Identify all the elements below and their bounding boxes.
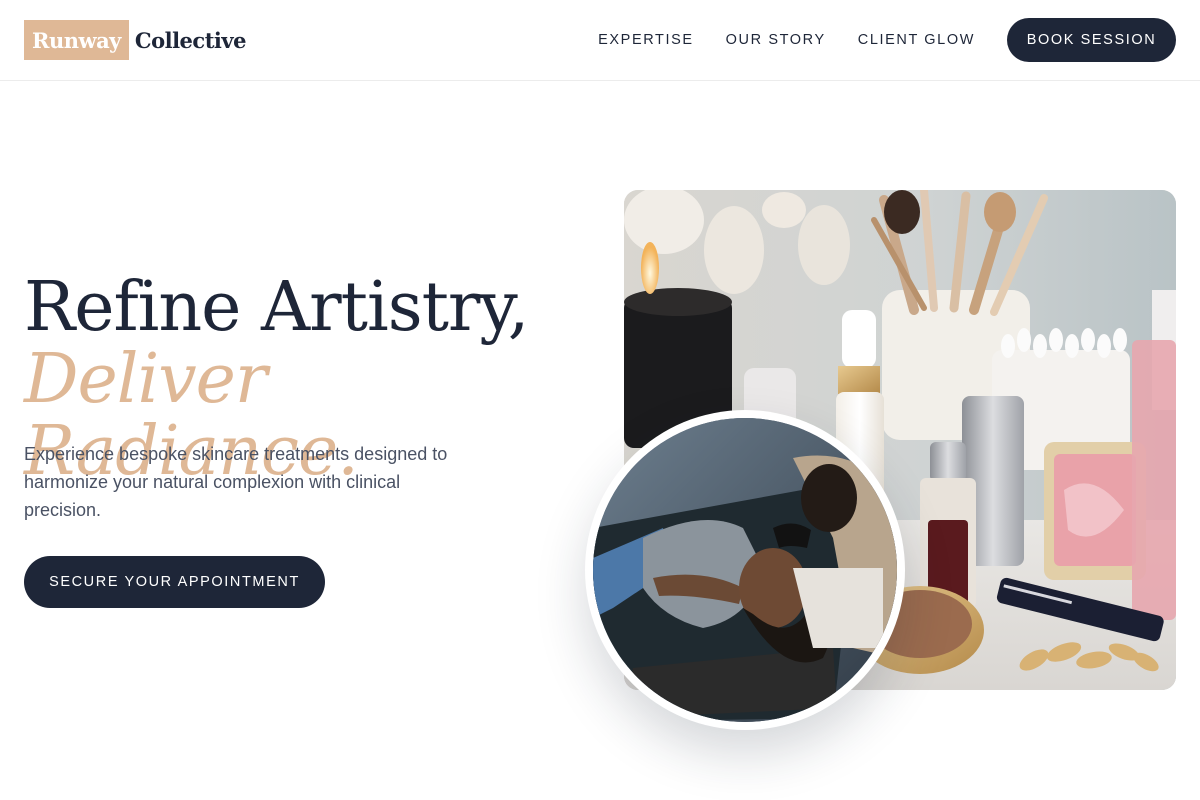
main-nav: EXPERTISE OUR STORY CLIENT GLOW BOOK SES… bbox=[598, 18, 1176, 62]
nav-link-our-story[interactable]: OUR STORY bbox=[726, 32, 826, 48]
book-session-button[interactable]: BOOK SESSION bbox=[1007, 18, 1176, 62]
treatment-photo-frame bbox=[585, 410, 905, 730]
treatment-photo bbox=[593, 418, 897, 722]
nav-link-expertise[interactable]: EXPERTISE bbox=[598, 32, 694, 48]
hero-subtitle: Experience bespoke skincare treatments d… bbox=[24, 444, 448, 520]
nav-link-client-glow[interactable]: CLIENT GLOW bbox=[858, 32, 975, 48]
brand-logo[interactable]: Runway Collective bbox=[24, 20, 246, 60]
logo-box: Runway bbox=[24, 20, 129, 60]
hero-title-line1: Refine Artistry, bbox=[24, 268, 529, 347]
secure-appointment-button[interactable]: SECURE YOUR APPOINTMENT bbox=[24, 556, 325, 608]
site-header: Runway Collective EXPERTISE OUR STORY CL… bbox=[0, 0, 1200, 81]
logo-text: Collective bbox=[134, 27, 247, 53]
